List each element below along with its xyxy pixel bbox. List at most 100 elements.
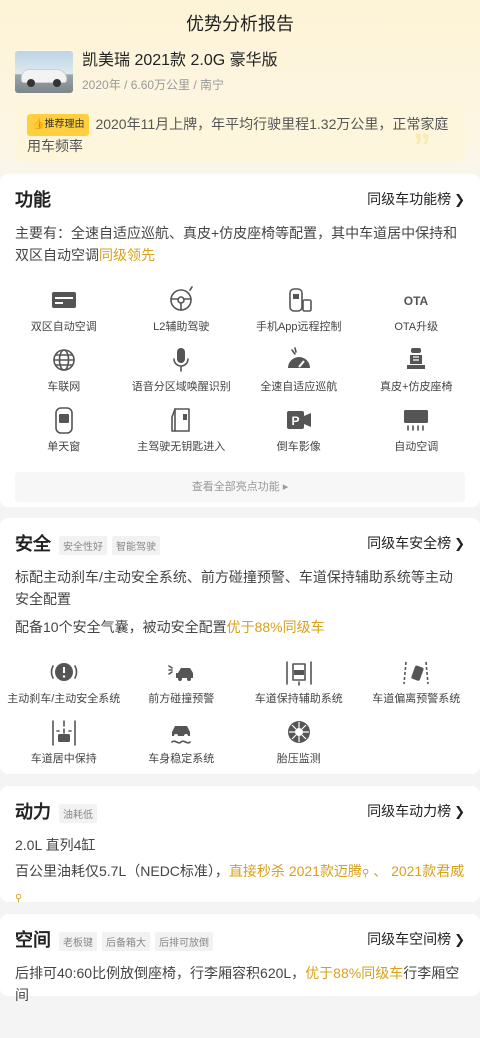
lane-departure-icon: [401, 658, 431, 686]
ac-vent-icon: [401, 406, 431, 434]
safety-feature-item[interactable]: 胎压监测: [240, 718, 358, 778]
safety-tag: 智能驾驶: [112, 536, 160, 555]
safety-feature-grid: 主动刹车/主动安全系统 前方碰撞预警 车道保持辅助系统 车道偏离预警系统车道居中保持 车…: [0, 658, 480, 778]
space-title: 空间: [15, 930, 51, 950]
power-title: 动力: [15, 802, 51, 822]
car-summary[interactable]: 凯美瑞 2021款 2.0G 豪华版 2020年 / 6.60万公里 / 南宁: [15, 50, 278, 93]
safety-feature-item[interactable]: 车身稳定系统: [123, 718, 241, 778]
function-feature-label: 自动空调: [394, 441, 439, 453]
function-feature-label: 双区自动空调: [30, 321, 97, 333]
power-tags: 油耗低: [59, 804, 97, 823]
safety-feature-label: 车道保持辅助系统: [254, 693, 343, 705]
brake-icon: [49, 658, 79, 686]
function-feature-label: 手机App远程控制: [255, 321, 342, 333]
seat-icon: [401, 346, 431, 374]
function-feature-item[interactable]: P 倒车影像: [240, 406, 358, 466]
svg-text:OTA: OTA: [404, 294, 429, 308]
chevron-right-icon: ❯: [454, 536, 465, 551]
function-feature-item[interactable]: 车联网: [5, 346, 123, 406]
recommend-reason-tag: 👍推荐理由: [27, 114, 90, 136]
space-rank-link[interactable]: 同级车空间榜 ❯: [367, 929, 465, 949]
door-icon: [166, 406, 196, 434]
safety-feature-item[interactable]: 车道居中保持: [5, 718, 123, 778]
lane-keep-icon: [284, 658, 314, 686]
function-feature-label: 全速自适应巡航: [260, 381, 338, 393]
tire-pressure-icon: [284, 718, 314, 746]
safety-feature-item[interactable]: 主动刹车/主动安全系统: [5, 658, 123, 718]
function-feature-label: 语音分区域唤醒识别: [131, 381, 231, 393]
page-title: 优势分析报告: [186, 14, 294, 34]
space-tag: 后排可放倒: [155, 932, 213, 951]
function-feature-label: L2辅助驾驶: [153, 321, 210, 333]
safety-tags: 安全性好 智能驾驶: [59, 536, 160, 555]
function-feature-item[interactable]: 单天窗: [5, 406, 123, 466]
quote-deco-icon: ”: [413, 126, 431, 163]
function-feature-item[interactable]: L2辅助驾驶: [123, 286, 241, 346]
safety-feature-item[interactable]: 车道保持辅助系统: [240, 658, 358, 718]
ac-panel-icon: [49, 286, 79, 314]
link-separator: 、: [373, 863, 388, 879]
power-fuel: 百公里油耗仅5.7L（NEDC标准），直接秒杀 2021款迈腾⚲ 、 2021款…: [15, 863, 465, 904]
recommend-reason: 👍推荐理由 2020年11月上牌，年平均行驶里程1.32万公里，正常家庭用车频率…: [15, 104, 465, 162]
car-meta: 2020年 / 6.60万公里 / 南宁: [82, 78, 225, 92]
thumb-up-icon: 👍: [32, 119, 45, 130]
play-right-icon: ▸: [282, 481, 289, 493]
function-feature-item[interactable]: OTA OTA升级: [358, 286, 476, 346]
remote-car-icon: [284, 286, 314, 314]
function-feature-label: 主驾驶无钥匙进入: [137, 441, 226, 453]
function-feature-label: 单天窗: [47, 441, 81, 453]
function-feature-item[interactable]: 双区自动空调: [5, 286, 123, 346]
safety-description-active: 标配主动刹车/主动安全系统、前方碰撞预警、车道保持辅助系统等主动安全配置: [15, 569, 453, 607]
function-feature-item[interactable]: 全速自适应巡航: [240, 346, 358, 406]
function-feature-item[interactable]: 主驾驶无钥匙进入: [123, 406, 241, 466]
chevron-right-icon: ❯: [454, 192, 465, 207]
safety-rank-link[interactable]: 同级车安全榜 ❯: [367, 533, 465, 553]
chevron-right-icon: ❯: [454, 932, 465, 947]
safety-title: 安全: [15, 534, 51, 554]
globe-icon: [49, 346, 79, 374]
safety-card: 安全 安全性好 智能驾驶 同级车安全榜 ❯ 标配主动刹车/主动安全系统、前方碰撞预…: [0, 518, 480, 774]
space-card: 空间 老板键 后备箱大 后排可放倒 同级车空间榜 ❯ 后排可40:60比例放倒座椅…: [0, 914, 480, 1003]
function-title: 功能: [15, 190, 51, 210]
function-feature-item[interactable]: 真皮+仿皮座椅: [358, 346, 476, 406]
safety-feature-label: 胎压监测: [276, 753, 321, 765]
car-thumbnail: [15, 50, 73, 93]
power-tag: 油耗低: [59, 804, 97, 823]
stability-icon: [166, 718, 196, 746]
safety-description-passive: 配备10个安全气囊，被动安全配置优于88%同级车: [15, 619, 325, 635]
search-icon: ⚲: [361, 868, 370, 879]
function-feature-label: OTA升级: [394, 321, 439, 333]
space-tags: 老板键 后备箱大 后排可放倒: [59, 932, 213, 951]
recommend-reason-text: 2020年11月上牌，年平均行驶里程1.32万公里，正常家庭用车频率: [27, 116, 449, 154]
function-rank-link[interactable]: 同级车功能榜 ❯: [367, 189, 465, 209]
safety-feature-label: 前方碰撞预警: [148, 693, 215, 705]
gauge-icon: [284, 346, 314, 374]
space-tag: 老板键: [59, 932, 97, 951]
safety-feature-item[interactable]: 前方碰撞预警: [123, 658, 241, 718]
safety-feature-label: 车道偏离预警系统: [372, 693, 461, 705]
svg-text:P: P: [291, 414, 299, 428]
power-card: 动力 油耗低 同级车动力榜 ❯ 2.0L 直列4缸 百公里油耗仅5.7L（NEDC…: [0, 786, 480, 904]
function-card: 功能 同级车功能榜 ❯ 主要有：全速自适应巡航、真皮+仿皮座椅等配置，其中车道居中…: [0, 174, 480, 507]
function-feature-item[interactable]: 语音分区域唤醒识别: [123, 346, 241, 406]
parking-camera-icon: P: [284, 406, 314, 434]
function-feature-label: 车联网: [47, 381, 81, 393]
ota-icon: OTA: [401, 286, 431, 314]
sunroof-icon: [49, 406, 79, 434]
safety-feature-label: 主动刹车/主动安全系统: [7, 693, 121, 705]
space-tag: 后备箱大: [102, 932, 150, 951]
safety-feature-label: 车道居中保持: [30, 753, 97, 765]
function-description: 主要有：全速自适应巡航、真皮+仿皮座椅等配置，其中车道居中保持和双区自动空调同级…: [15, 225, 458, 263]
chevron-right-icon: ❯: [454, 804, 465, 819]
car-name: 凯美瑞 2021款 2.0G 豪华版: [82, 52, 278, 69]
steering-wheel-icon: [166, 286, 196, 314]
power-engine: 2.0L 直列4缸: [15, 837, 96, 853]
function-feature-grid: 双区自动空调 L2辅助驾驶 手机App远程控制 OTA OTA升级车联网 语音分区域唤醒识…: [0, 286, 480, 466]
function-feature-item[interactable]: 手机App远程控制: [240, 286, 358, 346]
function-feature-item[interactable]: 自动空调: [358, 406, 476, 466]
safety-tag: 安全性好: [59, 536, 107, 555]
view-all-features-button[interactable]: 查看全部亮点功能 ▸: [15, 472, 465, 502]
safety-feature-item[interactable]: 车道偏离预警系统: [358, 658, 476, 718]
compare-link-1[interactable]: 2021款迈腾⚲: [289, 863, 369, 879]
power-rank-link[interactable]: 同级车动力榜 ❯: [367, 801, 465, 821]
